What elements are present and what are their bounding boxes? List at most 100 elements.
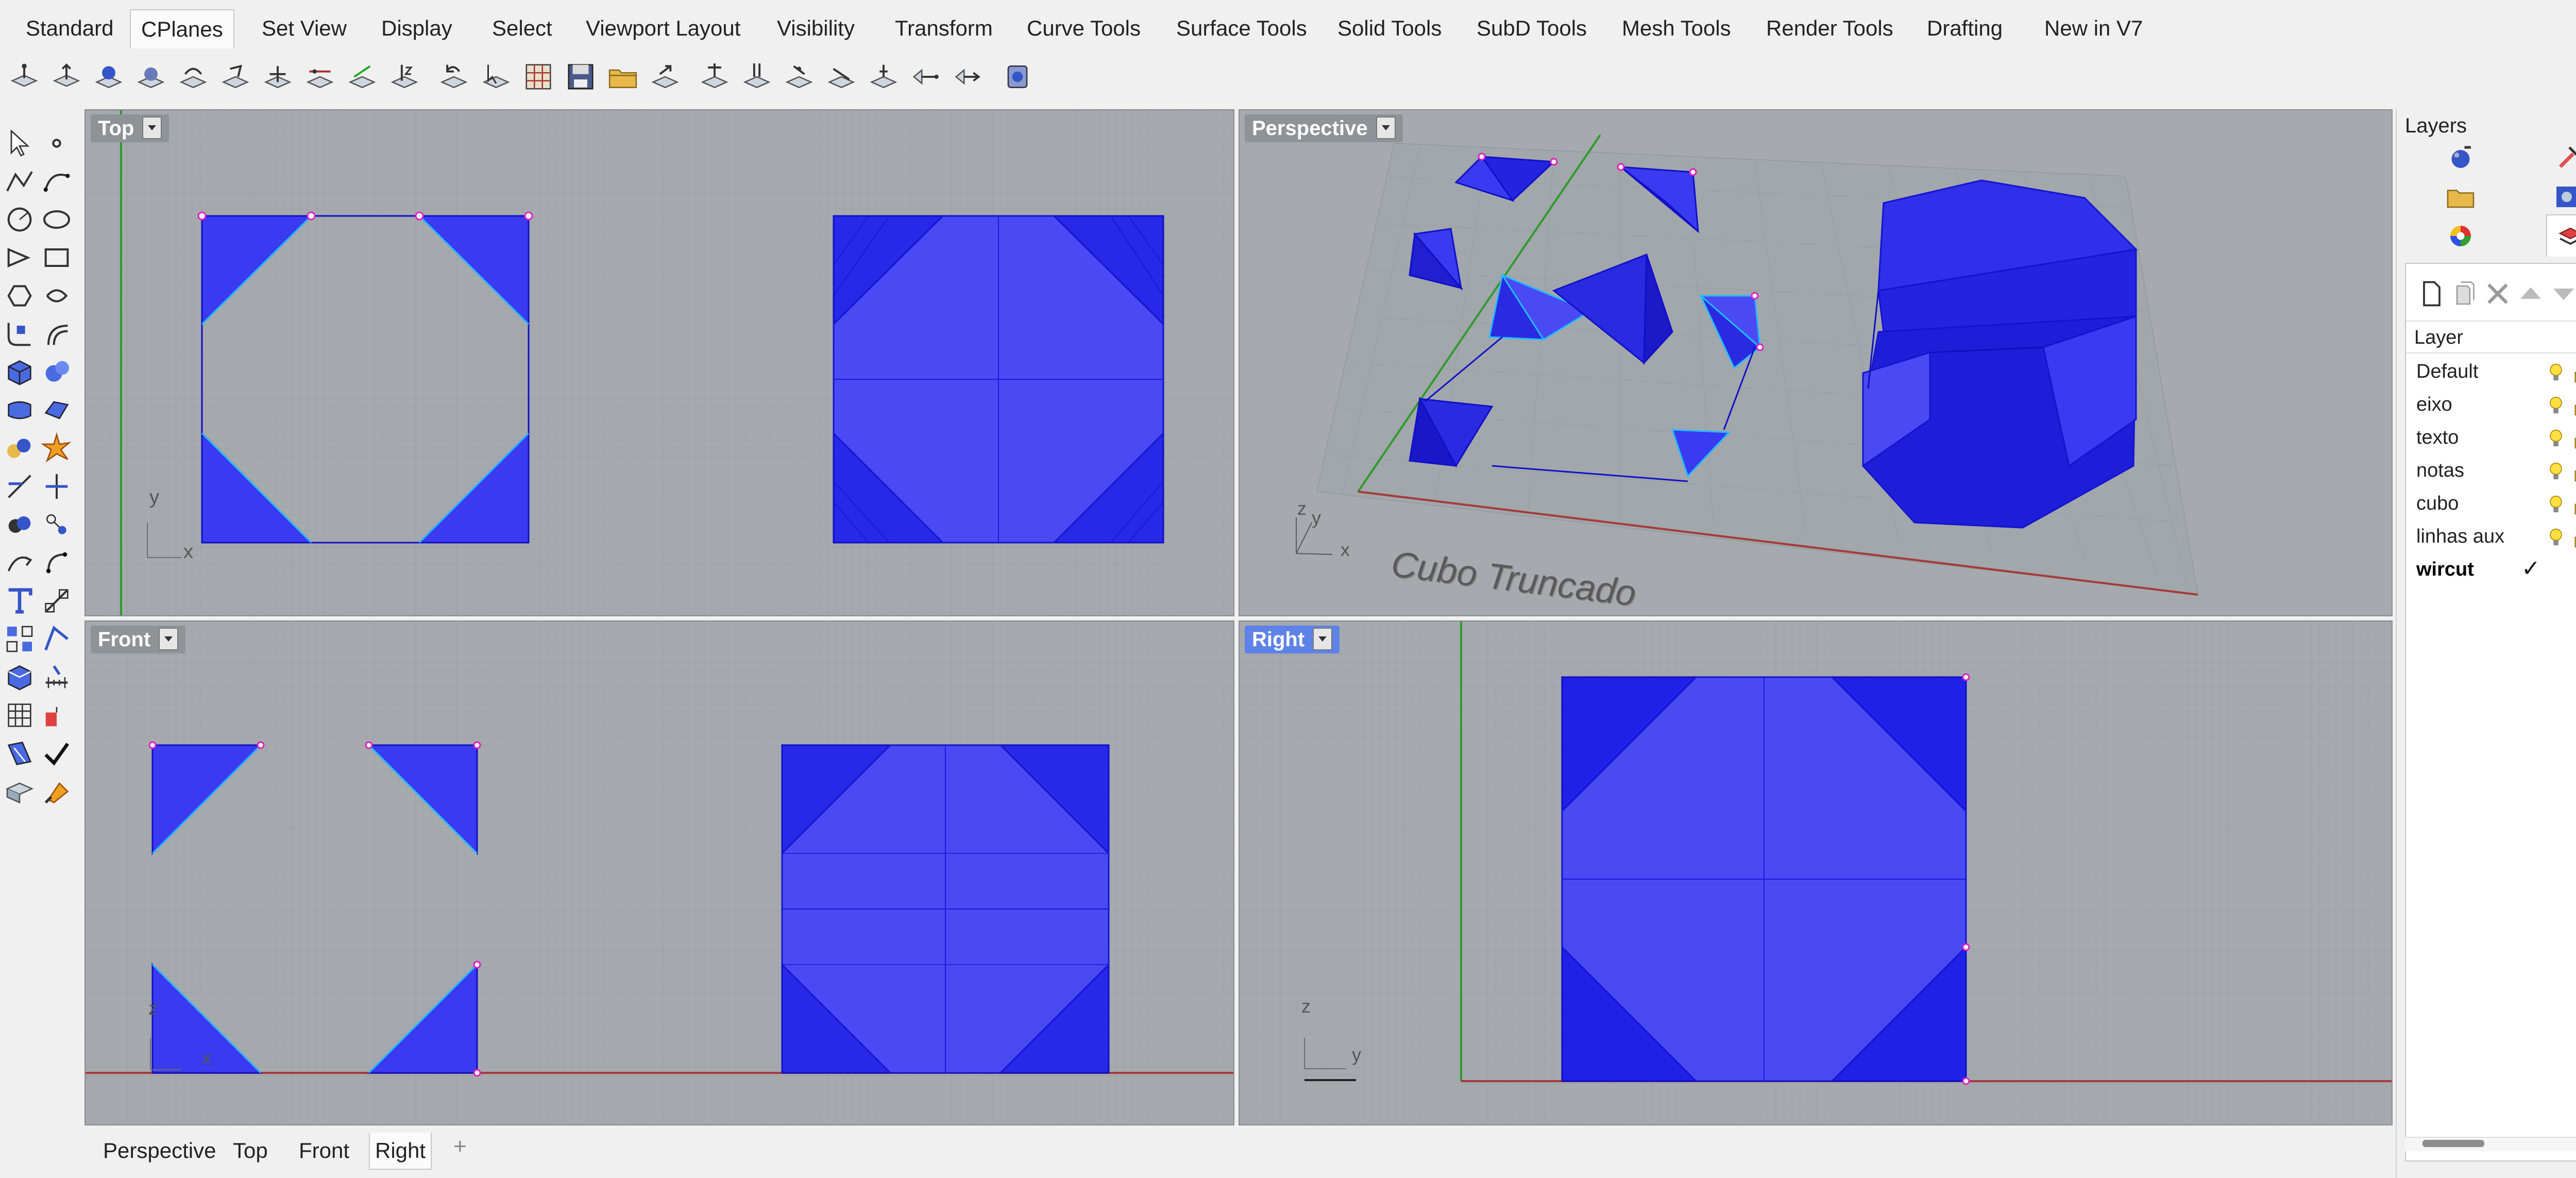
tab-new-in-v7[interactable]: New in V7 xyxy=(2044,13,2143,43)
cplane-align-top-icon[interactable] xyxy=(699,61,731,93)
layer-row-cubo[interactable]: cubo xyxy=(2406,487,2576,520)
cplane-to-object-icon[interactable] xyxy=(93,61,125,93)
tab-solid-tools[interactable]: Solid Tools xyxy=(1337,13,1442,43)
libraries-folder-icon[interactable] xyxy=(2445,181,2476,212)
tab-display[interactable]: Display xyxy=(381,13,452,43)
tab-viewport-layout[interactable]: Viewport Layout xyxy=(586,13,740,43)
rotate-icon[interactable] xyxy=(40,546,73,579)
mesh-tools-icon[interactable] xyxy=(3,432,36,465)
ellipse-icon[interactable] xyxy=(40,203,73,236)
tab-transform[interactable]: Transform xyxy=(895,13,993,43)
join-icon[interactable] xyxy=(3,508,36,541)
tab-cplanes[interactable]: CPlanes xyxy=(130,9,234,48)
save-cplane-icon[interactable] xyxy=(565,61,597,93)
layer-visible-bulb-icon[interactable] xyxy=(2546,461,2566,483)
cplane-3point-icon[interactable] xyxy=(219,61,251,93)
circle-icon[interactable] xyxy=(3,203,36,236)
add-view-tab-icon[interactable]: + xyxy=(453,1134,467,1159)
layer-row-texto[interactable]: texto xyxy=(2406,422,2576,455)
view-tab-right[interactable]: Right xyxy=(369,1133,432,1170)
flow-along-icon[interactable] xyxy=(40,622,73,655)
new-sublayer-icon[interactable] xyxy=(2449,278,2475,305)
layer-visible-bulb-icon[interactable] xyxy=(2546,527,2566,549)
delete-layer-icon[interactable] xyxy=(2482,278,2508,304)
top-truncated-cube[interactable] xyxy=(833,215,1164,544)
viewport-menu-caret-icon[interactable] xyxy=(159,628,179,651)
tab-surface-tools[interactable]: Surface Tools xyxy=(1176,13,1307,43)
layer-unlocked-icon[interactable] xyxy=(2572,527,2576,549)
cplane-x-axis-icon[interactable] xyxy=(304,61,336,93)
tab-standard[interactable]: Standard xyxy=(26,13,113,43)
layer-column-header[interactable]: Layer xyxy=(2406,322,2576,354)
move-layer-up-icon[interactable] xyxy=(2515,278,2541,304)
new-layer-icon[interactable] xyxy=(2416,278,2442,307)
layer-row-notas[interactable]: notas xyxy=(2406,455,2576,487)
rectangle-icon[interactable] xyxy=(40,241,73,274)
tab-subd-tools[interactable]: SubD Tools xyxy=(1477,13,1587,43)
layer-unlocked-icon[interactable] xyxy=(2572,461,2576,483)
offset-curve-icon[interactable] xyxy=(40,317,73,350)
cplane-rotate-icon[interactable] xyxy=(177,61,209,93)
cplane-sphere-icon[interactable] xyxy=(135,61,167,93)
loft-surface-icon[interactable] xyxy=(40,394,73,427)
layer-visible-bulb-icon[interactable] xyxy=(2546,395,2566,417)
layer-visible-bulb-icon[interactable] xyxy=(2546,362,2566,384)
fillet-curve-icon[interactable] xyxy=(3,317,36,350)
move-icon[interactable] xyxy=(3,546,36,579)
cplane-origin-icon[interactable] xyxy=(262,61,294,93)
check-object-icon[interactable] xyxy=(40,699,73,732)
layer-row-default[interactable]: Default xyxy=(2406,356,2576,389)
layer-visible-bulb-icon[interactable] xyxy=(2546,428,2566,450)
cplane-view-icon[interactable] xyxy=(480,61,512,93)
text-curve-icon[interactable] xyxy=(40,279,73,312)
viewport-right[interactable]: z y Right xyxy=(1239,620,2393,1125)
view-tab-top[interactable]: Top xyxy=(228,1133,273,1169)
move-layer-down-icon[interactable] xyxy=(2548,278,2574,304)
array-icon[interactable] xyxy=(3,622,36,655)
cplane-z-axis-icon[interactable] xyxy=(388,61,420,93)
select-arrow-icon[interactable] xyxy=(3,127,36,160)
layer-visible-bulb-icon[interactable] xyxy=(2546,494,2566,516)
viewport-perspective[interactable]: z y x Cubo Truncado Perspective xyxy=(1239,109,2393,616)
surface-analysis-icon[interactable] xyxy=(3,737,36,770)
open-cplane-folder-icon[interactable] xyxy=(607,61,639,93)
materials-color-wheel-icon[interactable] xyxy=(2445,221,2476,251)
properties-panel-icon[interactable] xyxy=(2445,142,2476,173)
tab-mesh-tools[interactable]: Mesh Tools xyxy=(1622,13,1731,43)
layer-unlocked-icon[interactable] xyxy=(2572,395,2576,417)
cplane-world-top-icon[interactable] xyxy=(8,61,40,93)
viewport-menu-caret-icon[interactable] xyxy=(1376,116,1396,140)
material-paint-icon[interactable] xyxy=(40,775,73,808)
viewport-menu-caret-icon[interactable] xyxy=(142,116,162,140)
tab-render-tools[interactable]: Render Tools xyxy=(1766,13,1893,43)
layer-row-eixo[interactable]: eixo xyxy=(2406,389,2576,422)
view-tab-perspective[interactable]: Perspective xyxy=(98,1133,221,1169)
box-solid-icon[interactable] xyxy=(3,356,36,389)
front-truncated-cube[interactable] xyxy=(781,744,1110,1074)
cplane-settings-icon[interactable] xyxy=(1002,61,1033,93)
view-tab-front[interactable]: Front xyxy=(294,1133,354,1169)
cplane-align-right-icon[interactable] xyxy=(783,61,815,93)
cplane-perpendicular-icon[interactable] xyxy=(825,61,857,93)
viewport-title-perspective[interactable]: Perspective xyxy=(1245,114,1403,142)
help-panel-icon[interactable] xyxy=(2551,181,2576,212)
tab-curve-tools[interactable]: Curve Tools xyxy=(1027,13,1141,43)
viewport-top[interactable]: y x Top xyxy=(84,109,1234,616)
layers-tab-icon[interactable] xyxy=(2546,214,2576,257)
measure-icon[interactable] xyxy=(40,661,73,694)
render-panel-icon[interactable] xyxy=(2551,142,2576,173)
point-icon[interactable] xyxy=(40,127,73,160)
block-icon[interactable] xyxy=(3,661,36,694)
dimension-icon[interactable] xyxy=(40,584,73,617)
cplane-forward-icon[interactable] xyxy=(952,61,984,93)
layer-unlocked-icon[interactable] xyxy=(2572,494,2576,516)
layer-unlocked-icon[interactable] xyxy=(2572,428,2576,450)
arc-icon[interactable] xyxy=(3,241,36,274)
viewport-title-right[interactable]: Right xyxy=(1245,626,1340,653)
viewport-title-top[interactable]: Top xyxy=(91,114,170,142)
named-cplanes-grid-icon[interactable] xyxy=(522,61,554,93)
perspective-truncated-cube[interactable] xyxy=(1862,179,2138,529)
sphere-solid-icon[interactable] xyxy=(40,356,73,389)
cplane-previous-icon[interactable] xyxy=(438,61,470,93)
tab-set-view[interactable]: Set View xyxy=(262,13,347,43)
